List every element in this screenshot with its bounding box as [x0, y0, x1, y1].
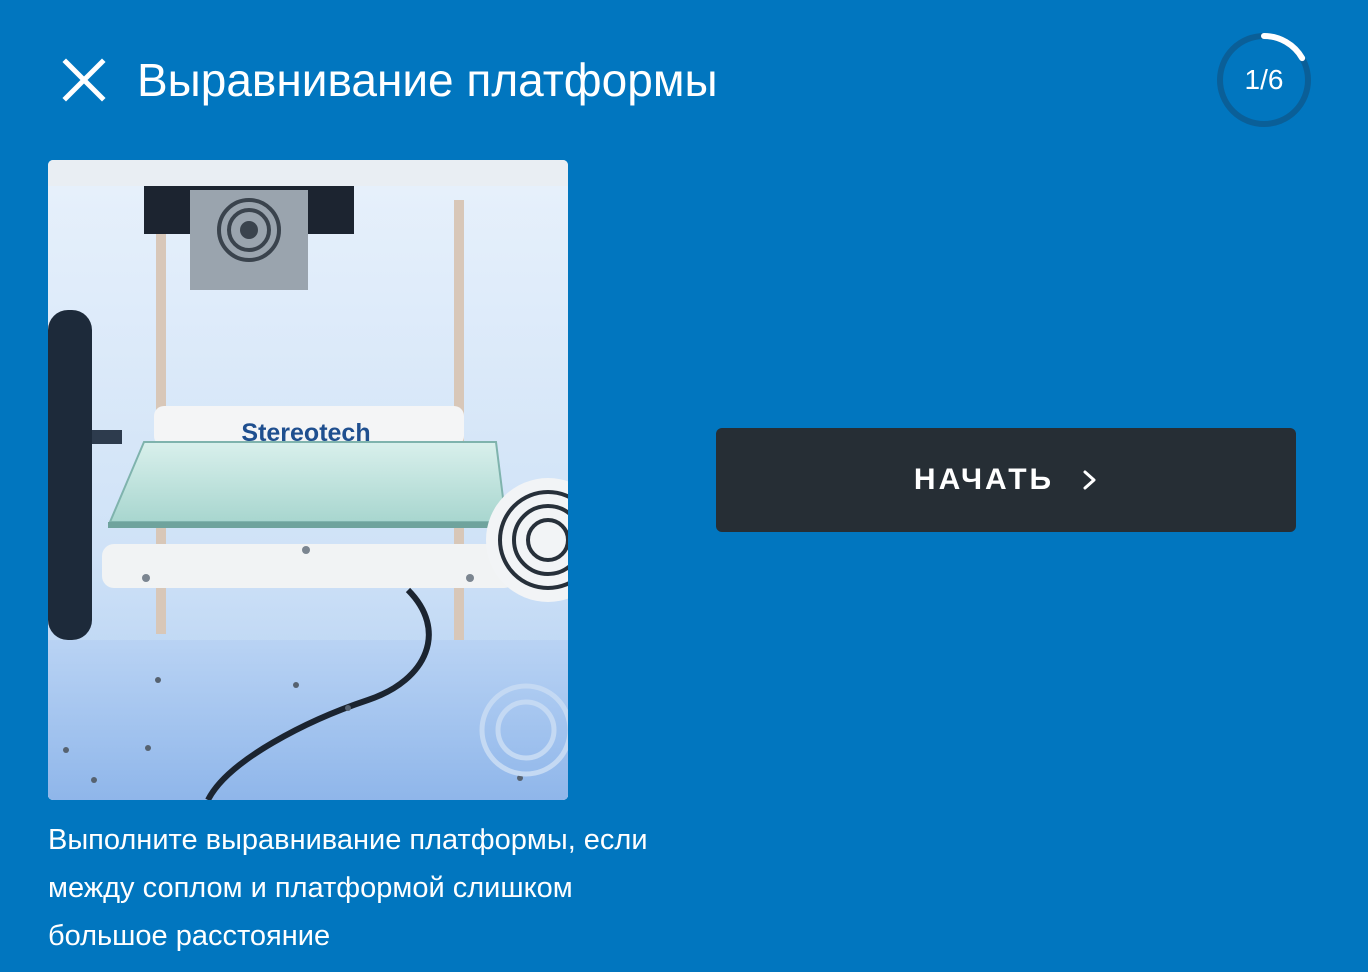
description-text: Выполните выравнивание платформы, если м… — [48, 824, 648, 952]
close-icon — [62, 58, 106, 102]
start-button-label: НАЧАТЬ — [913, 463, 1055, 496]
chevron-right-icon — [1083, 470, 1096, 490]
close-button[interactable] — [58, 54, 110, 106]
step-progress: 1/6 — [1214, 30, 1314, 130]
start-button[interactable]: НАЧАТЬ — [716, 428, 1296, 532]
page-title: Выравнивание платформы — [137, 54, 718, 106]
progress-label: 1/6 — [1244, 64, 1284, 95]
printer-photo: Stereotech — [48, 160, 568, 800]
level-platform-screen: Выравнивание платформы 1/6 Stereotech Вы… — [0, 0, 1368, 972]
